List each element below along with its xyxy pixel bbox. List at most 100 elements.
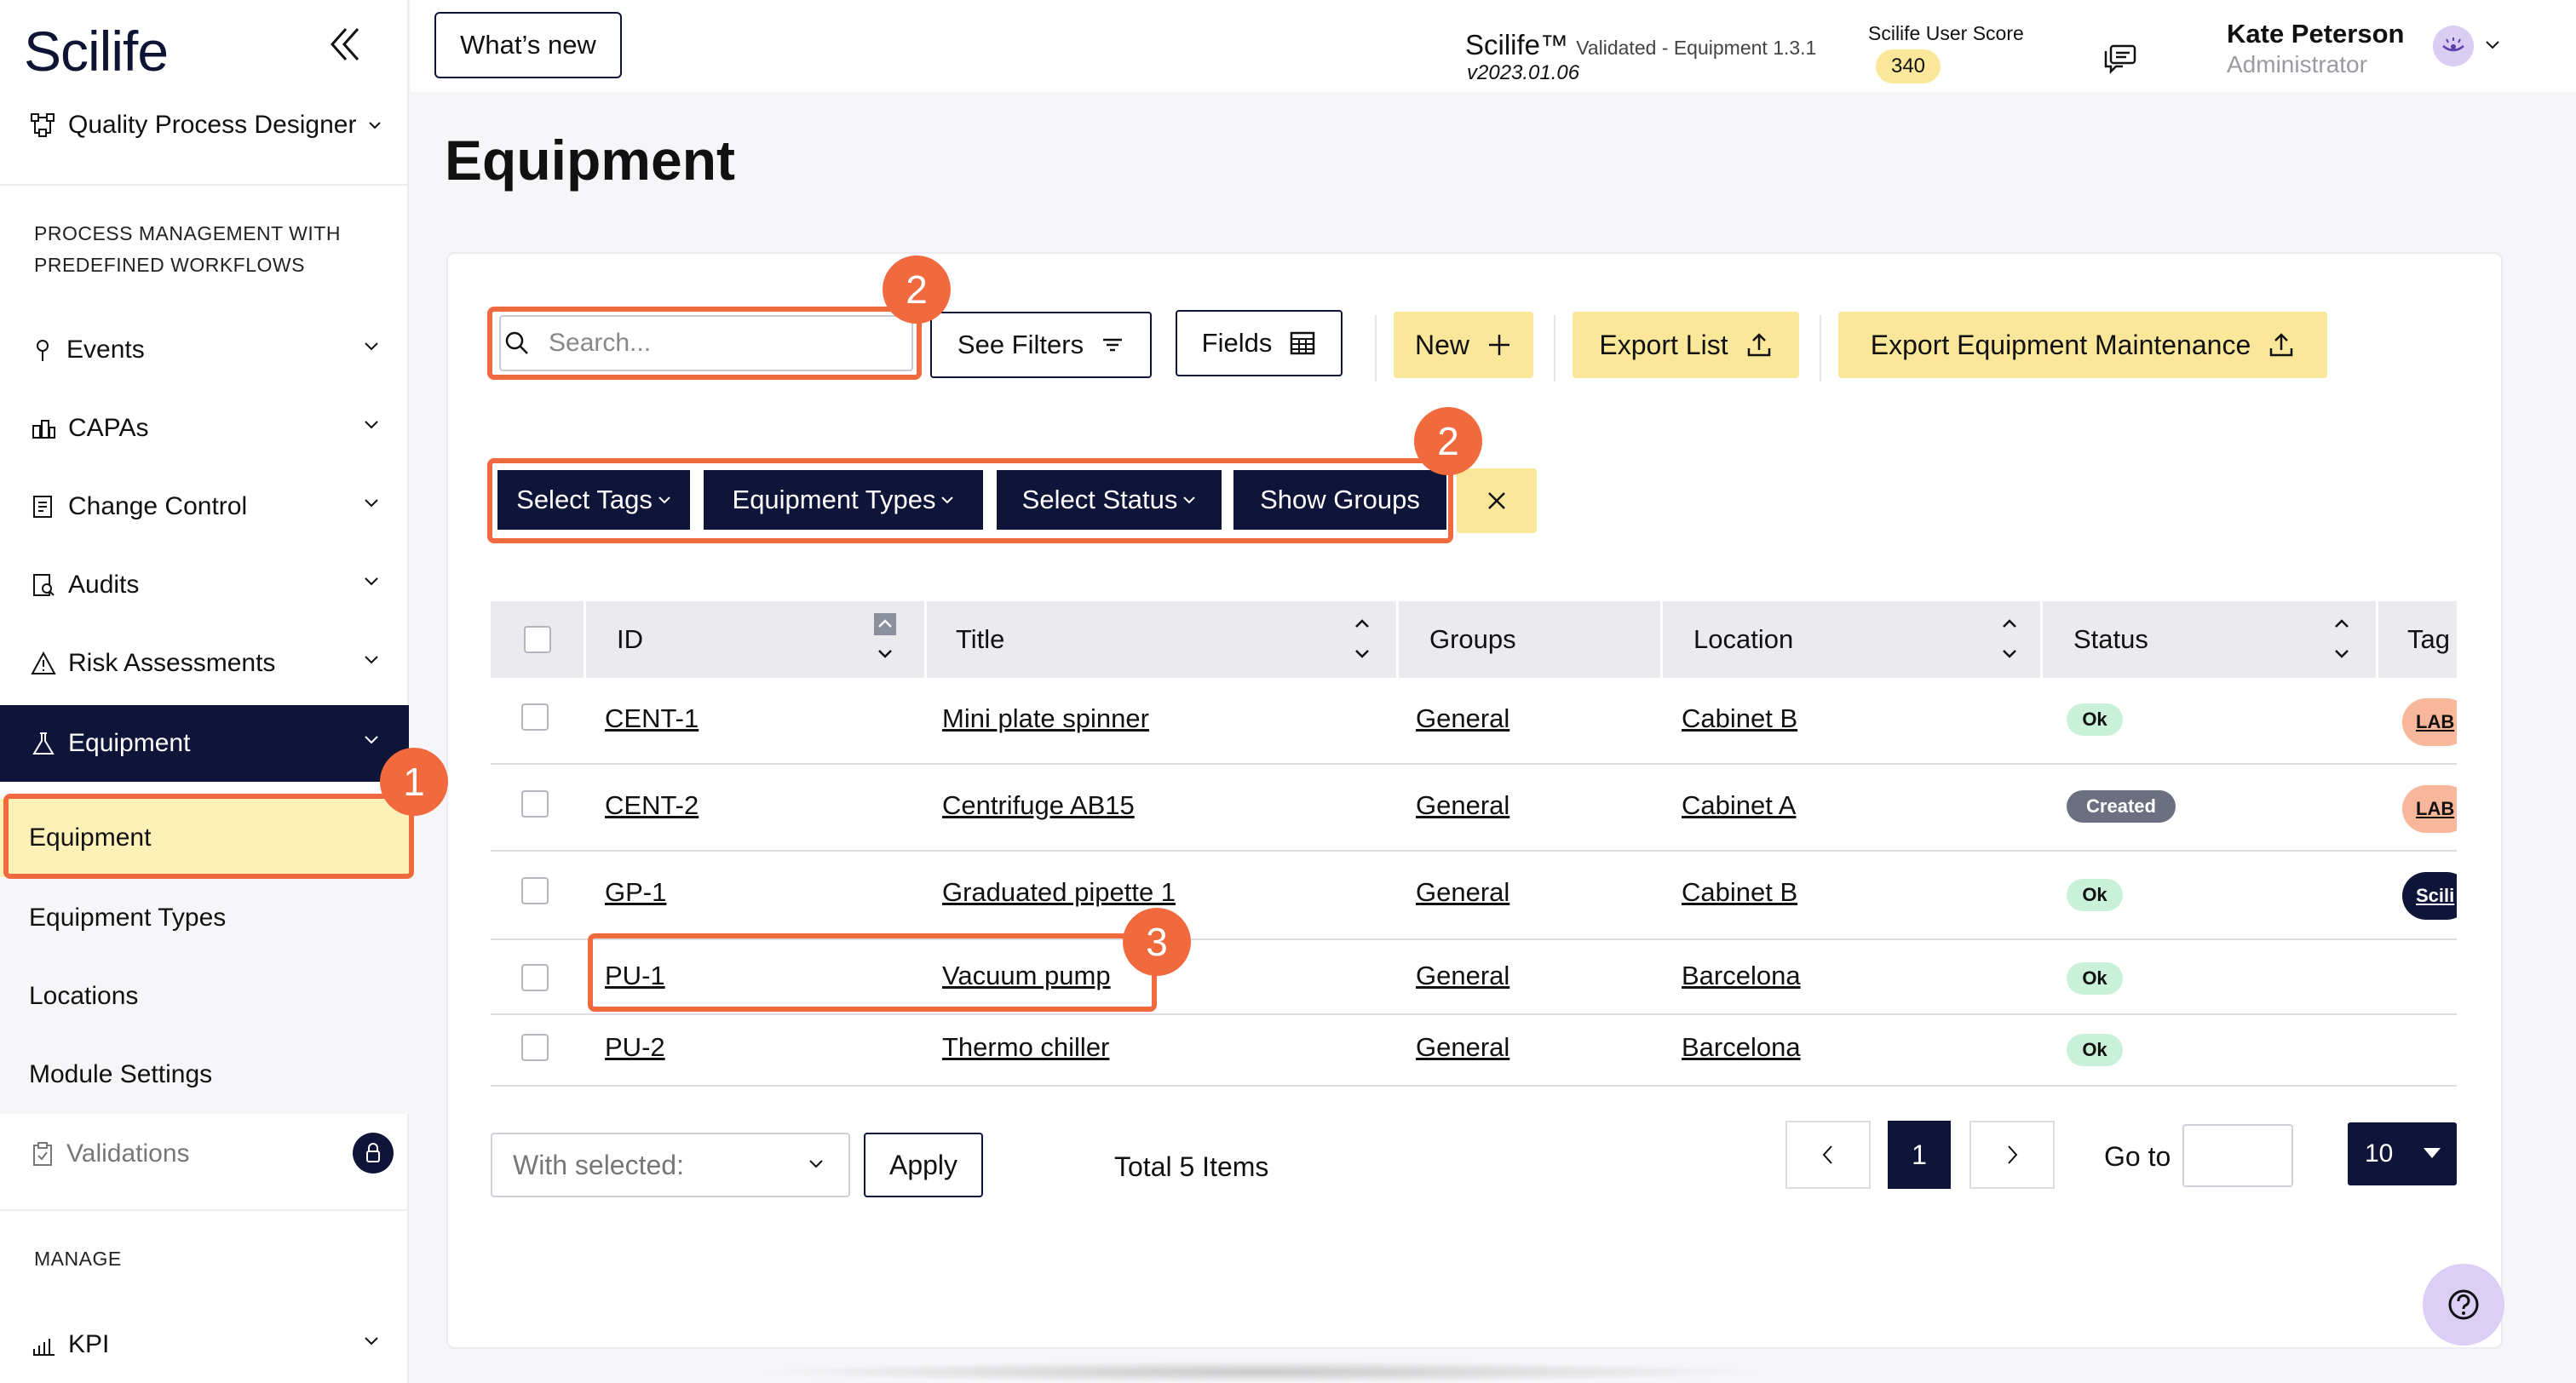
clear-filters-button[interactable]	[1457, 468, 1537, 533]
sidebar-item-capas[interactable]: CAPAs	[0, 390, 409, 467]
row-location-link[interactable]: Cabinet B	[1682, 877, 1797, 908]
with-selected-dropdown[interactable]: With selected:	[491, 1133, 850, 1197]
toolbar-divider	[1820, 315, 1821, 382]
sidebar-divider	[0, 1209, 409, 1211]
header-title[interactable]: Title	[927, 601, 1399, 678]
sidebar-item-label: Equipment	[68, 729, 191, 757]
row-checkbox[interactable]	[521, 1034, 549, 1061]
row-title-link[interactable]: Vacuum pump	[942, 961, 1111, 991]
scilife-logo[interactable]: Scilife	[24, 19, 169, 83]
row-title-link[interactable]: Mini plate spinner	[942, 703, 1149, 734]
page-button-current[interactable]: 1	[1888, 1121, 1951, 1189]
sidebar-item-risk-assessments[interactable]: Risk Assessments	[0, 625, 409, 702]
show-groups-button[interactable]: Show Groups	[1233, 470, 1446, 530]
header-tags: Tag	[2378, 601, 2457, 678]
fields-button[interactable]: Fields	[1176, 310, 1343, 376]
equipment-types-dropdown[interactable]: Equipment Types	[704, 470, 983, 530]
new-button[interactable]: New	[1394, 312, 1533, 378]
status-badge: Ok	[2067, 879, 2123, 911]
sidebar-subitem-locations[interactable]: Locations	[0, 957, 409, 1036]
user-name[interactable]: Kate Peterson	[2227, 19, 2404, 49]
search-icon	[505, 331, 528, 354]
header-location[interactable]: Location	[1663, 601, 2043, 678]
row-checkbox[interactable]	[521, 790, 549, 818]
row-id-link[interactable]: PU-2	[605, 1032, 665, 1063]
row-title-link[interactable]: Thermo chiller	[942, 1032, 1109, 1063]
apply-button[interactable]: Apply	[864, 1133, 983, 1197]
whats-new-button[interactable]: What’s new	[434, 12, 622, 78]
goto-page-input[interactable]	[2182, 1124, 2293, 1187]
filter-icon	[1103, 338, 1123, 352]
collapse-sidebar-button[interactable]	[324, 22, 365, 66]
header-id[interactable]: ID	[586, 601, 927, 678]
header-label: Groups	[1429, 624, 1516, 654]
toolbar-divider	[1375, 315, 1377, 382]
row-title-link[interactable]: Graduated pipette 1	[942, 877, 1176, 908]
row-group-link[interactable]: General	[1416, 790, 1509, 821]
sidebar-item-kpi[interactable]: KPI	[0, 1306, 409, 1383]
header-status[interactable]: Status	[2043, 601, 2378, 678]
chevron-down-icon	[365, 421, 378, 429]
select-status-dropdown[interactable]: Select Status	[997, 470, 1222, 530]
search-input[interactable]: Search...	[499, 315, 913, 371]
row-checkbox[interactable]	[521, 964, 549, 991]
clipboard-icon	[33, 1142, 52, 1166]
tag-badge[interactable]: Scili	[2402, 872, 2457, 920]
row-title-link[interactable]: Centrifuge AB15	[942, 790, 1135, 821]
row-location-link[interactable]: Barcelona	[1682, 961, 1801, 991]
row-group-link[interactable]: General	[1416, 1032, 1509, 1063]
section-label-manage: MANAGE	[34, 1248, 122, 1270]
row-checkbox[interactable]	[521, 877, 549, 904]
brand-name: Scilife™	[1465, 29, 1569, 60]
sidebar-item-change-control[interactable]: Change Control	[0, 468, 409, 545]
user-score-label: Scilife User Score	[1868, 22, 2024, 44]
header-label: Title	[956, 624, 1005, 654]
row-id-link[interactable]: CENT-1	[605, 703, 699, 734]
tag-badge[interactable]: LAB	[2402, 785, 2457, 833]
chevron-down-icon[interactable]	[2484, 39, 2501, 51]
row-location-link[interactable]: Barcelona	[1682, 1032, 1801, 1063]
row-id-link[interactable]: GP-1	[605, 877, 666, 908]
step-marker-1: 1	[380, 748, 448, 816]
tag-badge[interactable]: LAB	[2402, 698, 2457, 746]
sidebar-item-label: KPI	[68, 1330, 110, 1358]
avatar[interactable]	[2433, 26, 2474, 66]
sidebar-item-validations[interactable]: Validations	[0, 1116, 409, 1192]
export-maintenance-button[interactable]: Export Equipment Maintenance	[1838, 312, 2327, 378]
sidebar-item-audits[interactable]: Audits	[0, 547, 409, 623]
prev-page-button[interactable]	[1785, 1121, 1871, 1189]
select-tags-dropdown[interactable]: Select Tags	[497, 470, 690, 530]
sidebar-subitem-equipment-types[interactable]: Equipment Types	[0, 879, 409, 957]
table-row: GP-1 Graduated pipette 1 General Cabinet…	[491, 852, 2457, 940]
module-switcher[interactable]: Quality Process Designer	[29, 111, 382, 140]
row-id-link[interactable]: PU-1	[605, 961, 665, 991]
row-group-link[interactable]: General	[1416, 961, 1509, 991]
row-group-link[interactable]: General	[1416, 703, 1509, 734]
help-button[interactable]	[2423, 1264, 2504, 1346]
row-checkbox[interactable]	[521, 703, 549, 731]
row-id-link[interactable]: CENT-2	[605, 790, 699, 821]
step-marker-2: 2	[883, 255, 951, 324]
chevron-down-icon	[365, 656, 378, 664]
select-all-checkbox[interactable]	[523, 626, 551, 653]
sidebar-item-events[interactable]: Events	[0, 312, 409, 388]
table-row: PU-1 Vacuum pump General Barcelona Ok	[491, 940, 2457, 1015]
see-filters-button[interactable]: See Filters	[930, 312, 1152, 378]
export-list-button[interactable]: Export List	[1573, 312, 1799, 378]
flask-icon	[32, 732, 55, 755]
chat-button[interactable]	[2101, 37, 2142, 78]
row-location-link[interactable]: Cabinet A	[1682, 790, 1796, 821]
select-tags-label: Select Tags	[516, 485, 653, 514]
row-group-link[interactable]: General	[1416, 877, 1509, 908]
header-label: Location	[1693, 624, 1794, 654]
sidebar-subitem-equipment[interactable]: Equipment	[0, 799, 409, 877]
sidebar-item-equipment[interactable]: Equipment	[0, 705, 409, 782]
next-page-button[interactable]	[1969, 1121, 2055, 1189]
row-location-link[interactable]: Cabinet B	[1682, 703, 1797, 734]
chevron-down-icon	[365, 1337, 378, 1346]
chat-icon	[2104, 44, 2136, 75]
sidebar-subitem-module-settings[interactable]: Module Settings	[0, 1036, 409, 1114]
sidebar-divider	[0, 184, 409, 186]
section-label-process: PROCESS MANAGEMENT WITH PREDEFINED WORKF…	[34, 218, 341, 281]
header-select-all	[491, 601, 586, 678]
